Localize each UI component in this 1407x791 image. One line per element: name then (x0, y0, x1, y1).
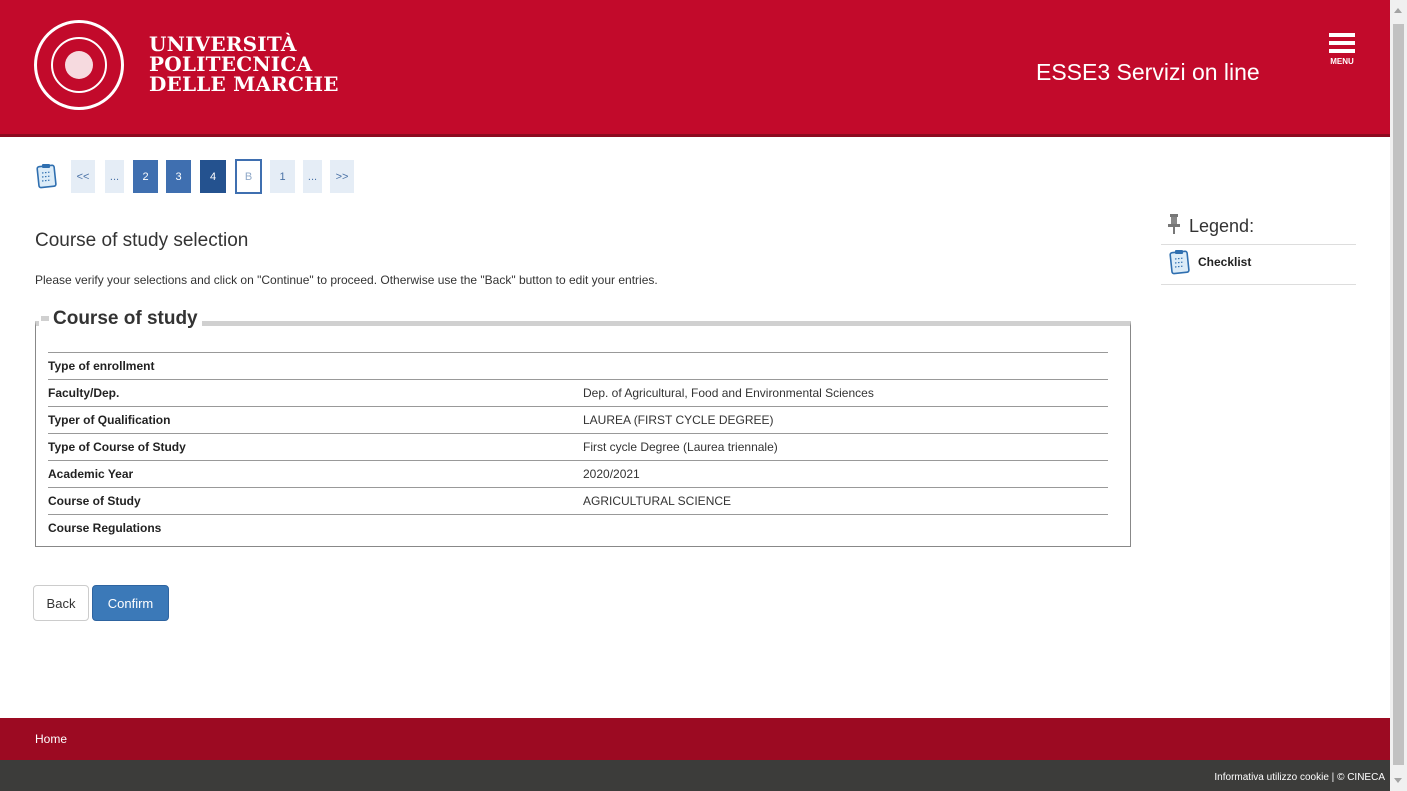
row-value: LAUREA (FIRST CYCLE DEGREE) (583, 413, 774, 427)
legend-title: Legend: (1189, 216, 1255, 236)
table-row: Course Regulations (48, 514, 1108, 541)
row-value: 2020/2021 (583, 467, 640, 481)
university-name-line2: POLITECNICA (149, 52, 313, 76)
footer-bar: Informativa utilizzo cookie | © CINECA (0, 760, 1390, 791)
table-row: Academic Year 2020/2021 (48, 460, 1108, 487)
hamburger-icon-bar (1329, 41, 1355, 45)
legend-header: Legend: (1161, 210, 1356, 245)
row-value: Dep. of Agricultural, Food and Environme… (583, 386, 874, 400)
scroll-up-arrow-icon[interactable] (1394, 8, 1402, 13)
seal-inner-ring (51, 37, 107, 93)
hamburger-icon-bar (1329, 49, 1355, 53)
university-name-line1: UNIVERSITÀ (149, 32, 297, 56)
instructions-text: Please verify your selections and click … (35, 273, 658, 287)
university-name-line3: DELLE MARCHE (149, 72, 339, 96)
checklist-icon[interactable] (36, 163, 58, 193)
row-label: Typer of Qualification (48, 413, 171, 427)
table-row: Type of enrollment (48, 352, 1108, 379)
pager-ellipsis-left[interactable]: ... (105, 160, 124, 193)
pager-ellipsis-right[interactable]: ... (303, 160, 322, 193)
hamburger-icon (1329, 33, 1355, 37)
pager-step-3[interactable]: 3 (166, 160, 191, 193)
row-label: Course Regulations (48, 521, 162, 535)
footer-nav: Home (0, 718, 1390, 760)
pager-step-2[interactable]: 2 (133, 160, 158, 193)
back-button[interactable]: Back (33, 585, 89, 621)
confirm-button[interactable]: Confirm (92, 585, 169, 621)
cineca-link[interactable]: © CINECA (1337, 772, 1385, 783)
legend-item-label: Checklist (1198, 255, 1252, 269)
university-name[interactable]: UNIVERSITÀ POLITECNICA DELLE MARCHE (149, 34, 339, 94)
pushpin-icon (1167, 214, 1181, 238)
pager-step-1[interactable]: 1 (270, 160, 295, 193)
table-row: Typer of Qualification LAUREA (FIRST CYC… (48, 406, 1108, 433)
vertical-scrollbar[interactable] (1390, 0, 1407, 791)
table-row: Type of Course of Study First cycle Degr… (48, 433, 1108, 460)
menu-label: MENU (1330, 57, 1354, 66)
table-row: Course of Study AGRICULTURAL SCIENCE (48, 487, 1108, 514)
row-label: Academic Year (48, 467, 134, 481)
seal-core (65, 51, 93, 79)
section-title: Course of study (39, 308, 202, 330)
footer-separator: | (1331, 772, 1335, 783)
site-header: UNIVERSITÀ POLITECNICA DELLE MARCHE ESSE… (0, 0, 1390, 137)
summary-table: Type of enrollment Faculty/Dep. Dep. of … (48, 352, 1108, 541)
checklist-icon (1169, 249, 1191, 279)
pager-last-button[interactable]: >> (330, 160, 354, 193)
footer-links: Informativa utilizzo cookie | © CINECA (1214, 772, 1385, 783)
university-seal-logo[interactable] (34, 20, 124, 110)
app-title: ESSE3 Servizi on line (1036, 59, 1260, 85)
pager-first-button[interactable]: << (71, 160, 95, 193)
pager-step-4[interactable]: 4 (200, 160, 226, 193)
home-link[interactable]: Home (35, 732, 67, 746)
row-label: Type of Course of Study (48, 440, 186, 454)
row-label: Type of enrollment (48, 359, 155, 373)
scrollbar-thumb[interactable] (1393, 24, 1404, 765)
row-value: First cycle Degree (Laurea triennale) (583, 440, 778, 454)
row-value: AGRICULTURAL SCIENCE (583, 494, 732, 508)
legend-panel: Legend: Checklist (1161, 210, 1356, 285)
pager-step-current: B (235, 159, 262, 194)
scroll-down-arrow-icon[interactable] (1394, 778, 1402, 783)
page-title: Course of study selection (35, 230, 249, 251)
menu-button[interactable]: MENU (1326, 33, 1358, 66)
course-of-study-fieldset: Type of enrollment Faculty/Dep. Dep. of … (35, 321, 1131, 547)
cookie-policy-link[interactable]: Informativa utilizzo cookie (1214, 772, 1329, 783)
table-row: Faculty/Dep. Dep. of Agricultural, Food … (48, 379, 1108, 406)
row-label: Faculty/Dep. (48, 386, 120, 400)
row-label: Course of Study (48, 494, 141, 508)
legend-item-checklist: Checklist (1161, 245, 1356, 285)
